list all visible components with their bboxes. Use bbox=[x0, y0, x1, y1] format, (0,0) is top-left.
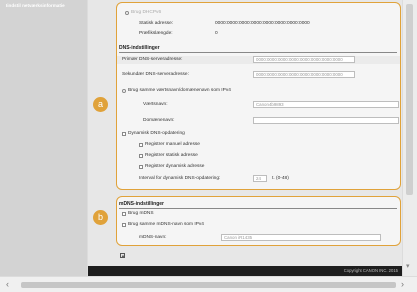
prefix-length-label: Præfikslængde: bbox=[139, 31, 173, 36]
interval-label: Interval for dynamisk DNS-opdatering: bbox=[139, 176, 221, 181]
same-mdns-label: Brug samme mDNS-navn som IPv4 bbox=[128, 222, 204, 227]
domain-name-input[interactable] bbox=[253, 117, 399, 124]
footer-bar: Copyright CANON INC. 2015 bbox=[88, 266, 402, 276]
register-dynamic-label: Registrer dynamisk adresse bbox=[145, 164, 205, 169]
register-manual-checkbox[interactable] bbox=[139, 143, 143, 147]
browser-window: Iindstil netværksinformatie Brug DHCPv6 … bbox=[0, 0, 417, 292]
stateful-address-label: Statisk adresse: bbox=[139, 21, 174, 26]
dns-section-divider bbox=[119, 52, 397, 53]
mdns-section-divider bbox=[119, 208, 397, 209]
prefix-length-value: 0 bbox=[215, 31, 218, 36]
left-navigation: Iindstil netværksinformatie bbox=[0, 0, 87, 276]
scroll-right-arrow-icon[interactable]: › bbox=[401, 279, 404, 289]
copyright-text: Copyright CANON INC. 2015 bbox=[343, 268, 398, 273]
host-name-label: Værtsnavn: bbox=[143, 102, 168, 107]
same-mdns-checkbox[interactable] bbox=[122, 223, 126, 227]
primary-dns-input[interactable]: 0000:0000:0000:0000:0000:0000:0000:0000 bbox=[253, 56, 355, 63]
use-mdns-label: Brug mDNS bbox=[128, 211, 154, 216]
callout-badge-b: b bbox=[93, 210, 108, 225]
panel-b-mdns-settings: mDNS-indstillinger Brug mDNS Brug samme … bbox=[116, 196, 401, 246]
primary-dns-label: Primær DNS-serveradresse: bbox=[122, 57, 183, 62]
panel-a-dns-settings: Brug DHCPv6 Statisk adresse: 0000:0000:0… bbox=[116, 2, 401, 190]
register-manual-label: Registrer manuel adresse bbox=[145, 142, 200, 147]
interval-input[interactable]: 24 bbox=[253, 175, 267, 182]
same-host-checkbox[interactable] bbox=[122, 89, 126, 93]
scroll-left-arrow-icon[interactable]: ‹ bbox=[6, 279, 9, 289]
use-dhcpv6-label: Brug DHCPv6 bbox=[131, 10, 162, 15]
callout-badge-a: a bbox=[93, 97, 108, 112]
dns-section-title: DNS-indstillinger bbox=[119, 45, 160, 51]
stateful-address-value: 0000:0000:0000:0000:0000:0000:0000:0000 bbox=[215, 21, 310, 26]
register-dynamic-checkbox[interactable] bbox=[139, 165, 143, 169]
mdns-name-input[interactable]: Canon iR1435 bbox=[221, 234, 381, 241]
nav-item-network-settings[interactable]: Iindstil netværksinformatie bbox=[6, 3, 65, 8]
vertical-scrollbar[interactable]: ▾ bbox=[403, 0, 417, 276]
vertical-scroll-thumb[interactable] bbox=[406, 4, 413, 195]
use-mdns-checkbox[interactable] bbox=[122, 212, 126, 216]
horizontal-scroll-thumb[interactable] bbox=[21, 282, 396, 288]
dynamic-dns-label: Dynamisk DNS-opdatering bbox=[128, 131, 185, 136]
dynamic-dns-checkbox[interactable] bbox=[122, 132, 126, 136]
host-name-input[interactable]: Canon4b9893 bbox=[253, 101, 399, 108]
same-host-label: Brug samme værtsnavn/domænenavn som IPv4 bbox=[128, 88, 231, 93]
register-static-label: Registrer statisk adresse bbox=[145, 153, 198, 158]
register-static-checkbox[interactable] bbox=[139, 154, 143, 158]
use-dhcpv6-radio[interactable] bbox=[125, 11, 129, 15]
interval-unit: t. (0-48) bbox=[272, 176, 289, 181]
mdns-name-label: mDNS-navn: bbox=[139, 235, 167, 240]
page-top-icon[interactable]: ▲ bbox=[120, 253, 125, 258]
mdns-section-title: mDNS-indstillinger bbox=[119, 201, 165, 207]
scroll-down-arrow-icon[interactable]: ▾ bbox=[406, 262, 410, 270]
secondary-dns-input[interactable]: 0000:0000:0000:0000:0000:0000:0000:0000 bbox=[253, 71, 355, 78]
secondary-dns-label: Sekundær DNS-serveradresse: bbox=[122, 72, 189, 77]
domain-name-label: Domænenavn: bbox=[143, 118, 175, 123]
horizontal-scrollbar[interactable]: ‹ › bbox=[0, 277, 417, 292]
